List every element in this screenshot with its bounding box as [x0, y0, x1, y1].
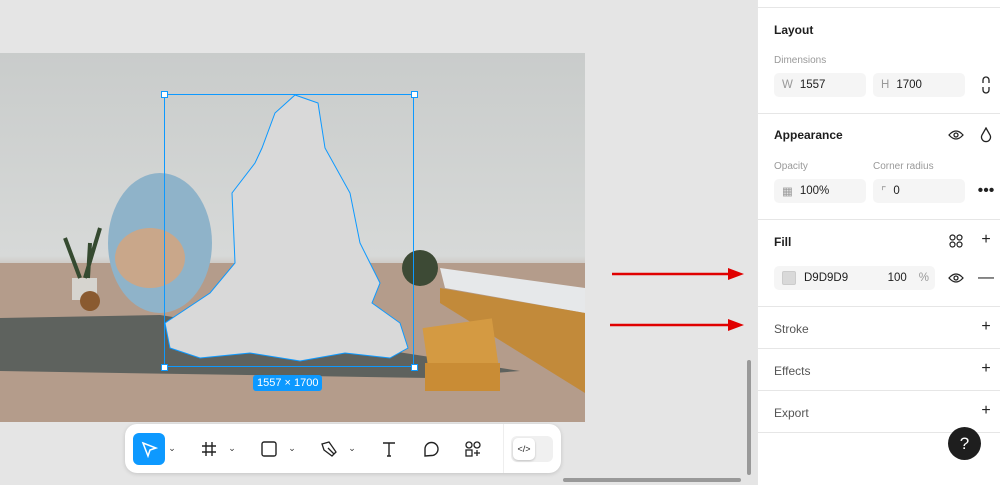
color-swatch[interactable] [782, 271, 796, 285]
assets-tool-button[interactable] [457, 433, 489, 465]
comment-icon [424, 441, 439, 457]
corner-radius-input[interactable]: ⌜ 0 [873, 179, 965, 203]
fill-section: Fill + D9D9D9 100 % — [758, 219, 1000, 306]
add-effect-icon[interactable]: + [976, 359, 996, 379]
add-fill-icon[interactable]: + [976, 230, 996, 250]
layout-section: Layout Dimensions W 1557 H 1700 [758, 7, 1000, 113]
toolbar-divider [503, 424, 504, 473]
horizontal-scrollbar[interactable] [563, 478, 741, 482]
text-tool-button[interactable] [373, 433, 405, 465]
properties-panel: Layout Dimensions W 1557 H 1700 Appearance… [757, 0, 1000, 485]
constrain-proportions-icon[interactable] [976, 75, 996, 95]
opacity-value: 100% [799, 185, 830, 197]
stroke-section: Stroke + [758, 306, 1000, 348]
resize-handle[interactable] [161, 91, 168, 98]
bottom-toolbar: ⌄ ⌄ ⌄ ⌄ </> [125, 424, 561, 473]
eye-icon[interactable] [946, 268, 966, 288]
cursor-icon [141, 441, 158, 458]
corner-radius-value: 0 [893, 185, 900, 197]
corner-radius-icon: ⌜ [881, 186, 887, 198]
remove-fill-icon[interactable]: — [976, 268, 996, 288]
resize-handle[interactable] [411, 91, 418, 98]
fill-opacity-value[interactable]: 100 [888, 272, 907, 284]
export-title: Export [774, 406, 809, 420]
eye-icon[interactable] [946, 125, 966, 145]
corner-radius-label: Corner radius [873, 161, 934, 172]
opacity-icon: ▦ [782, 186, 793, 198]
add-stroke-icon[interactable]: + [976, 317, 996, 337]
fill-color-input[interactable]: D9D9D9 100 % [774, 266, 935, 290]
move-tool-button[interactable] [133, 432, 165, 465]
vertical-scrollbar[interactable] [747, 360, 751, 475]
chevron-down-icon[interactable]: ⌄ [285, 443, 299, 454]
text-icon [383, 441, 395, 457]
more-options-icon[interactable]: ••• [976, 181, 996, 201]
dimensions-label: Dimensions [774, 55, 827, 66]
resize-handle[interactable] [161, 364, 168, 371]
frame-icon [202, 441, 216, 456]
layout-title: Layout [774, 23, 814, 37]
chevron-down-icon[interactable]: ⌄ [345, 443, 359, 454]
rectangle-icon [261, 440, 277, 457]
fill-title: Fill [774, 235, 792, 249]
selection-size-label: 1557 × 1700 [253, 375, 323, 391]
chevron-down-icon[interactable]: ⌄ [225, 443, 239, 454]
frame-tool-button[interactable] [193, 433, 225, 465]
effects-section: Effects + [758, 348, 1000, 390]
resize-handle[interactable] [411, 364, 418, 371]
chevron-down-icon[interactable]: ⌄ [165, 443, 179, 454]
canvas[interactable]: 1557 × 1700 ⌄ ⌄ ⌄ ⌄ </> [0, 0, 757, 485]
width-prefix: W [782, 79, 793, 91]
styles-grid-icon[interactable] [946, 231, 966, 251]
stroke-title: Stroke [774, 322, 809, 336]
pen-tool-button[interactable] [313, 433, 345, 465]
comment-tool-button[interactable] [415, 433, 447, 465]
appearance-section: Appearance Opacity Corner radius ▦ 100% ⌜… [758, 113, 1000, 219]
opacity-label: Opacity [774, 161, 808, 172]
help-button[interactable]: ? [948, 427, 981, 460]
blend-mode-icon[interactable] [976, 125, 996, 145]
shape-tool-button[interactable] [253, 433, 285, 465]
width-input[interactable]: W 1557 [774, 73, 866, 97]
dev-mode-toggle[interactable]: </> [511, 435, 553, 462]
height-prefix: H [881, 79, 890, 91]
width-value: 1557 [799, 79, 826, 91]
appearance-title: Appearance [774, 128, 843, 142]
selection-box[interactable] [164, 94, 414, 367]
add-export-icon[interactable]: + [976, 401, 996, 421]
code-icon: </> [513, 437, 535, 460]
fill-hex-value: D9D9D9 [804, 272, 849, 284]
percent-sign: % [918, 272, 929, 284]
opacity-input[interactable]: ▦ 100% [774, 179, 866, 203]
height-input[interactable]: H 1700 [873, 73, 965, 97]
effects-title: Effects [774, 364, 811, 378]
components-icon [465, 440, 481, 457]
pen-icon [321, 440, 337, 457]
height-value: 1700 [896, 79, 922, 91]
